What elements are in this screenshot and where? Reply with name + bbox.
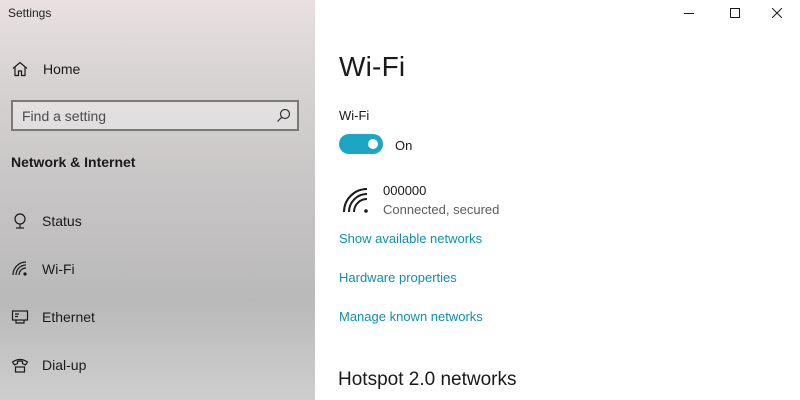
search-box[interactable] xyxy=(11,100,299,131)
sidebar-item-label: Dial-up xyxy=(42,357,87,373)
maximize-button[interactable] xyxy=(712,0,758,26)
page-title: Wi-Fi xyxy=(339,51,406,82)
ethernet-icon xyxy=(11,308,29,326)
search-icon[interactable] xyxy=(276,108,291,123)
minimize-icon xyxy=(684,13,694,14)
sidebar-item-label: Ethernet xyxy=(42,309,95,325)
section-heading: Network & Internet xyxy=(11,154,136,170)
wifi-icon xyxy=(11,260,29,278)
minimize-button[interactable] xyxy=(666,0,712,26)
sidebar-item-label: Status xyxy=(42,213,82,229)
hotspot-heading: Hotspot 2.0 networks xyxy=(338,369,517,390)
wifi-toggle[interactable] xyxy=(339,134,383,154)
sidebar-item-ethernet[interactable]: Ethernet xyxy=(0,300,315,334)
hardware-properties-link[interactable]: Hardware properties xyxy=(339,270,457,285)
maximize-icon xyxy=(730,8,740,18)
close-icon xyxy=(772,8,782,18)
sidebar-item-home[interactable]: Home xyxy=(0,52,315,86)
sidebar-item-wifi[interactable]: Wi-Fi xyxy=(0,252,315,286)
dialup-icon xyxy=(11,356,29,374)
sidebar-item-status[interactable]: Status xyxy=(0,204,315,238)
app-title: Settings xyxy=(8,6,52,20)
network-name: 000000 xyxy=(383,183,427,198)
wifi-toggle-label: Wi-Fi xyxy=(339,108,370,123)
manage-known-networks-link[interactable]: Manage known networks xyxy=(339,309,483,324)
toggle-knob xyxy=(368,139,378,149)
sidebar-item-dialup[interactable]: Dial-up xyxy=(0,348,315,382)
sidebar-item-label: Wi-Fi xyxy=(42,261,75,277)
show-available-networks-link[interactable]: Show available networks xyxy=(339,231,482,246)
sidebar: Settings Home Network & Internet xyxy=(0,0,315,400)
wifi-signal-icon xyxy=(341,185,371,215)
search-input[interactable] xyxy=(13,102,269,129)
settings-window: Settings Home Network & Internet xyxy=(0,0,800,400)
sidebar-item-label: Home xyxy=(43,61,81,77)
close-button[interactable] xyxy=(754,0,800,26)
wifi-toggle-state: On xyxy=(395,138,413,153)
home-icon xyxy=(11,60,29,78)
connected-network[interactable]: 000000 Connected, secured xyxy=(339,180,639,220)
network-status: Connected, secured xyxy=(383,202,500,217)
status-icon xyxy=(11,212,29,230)
